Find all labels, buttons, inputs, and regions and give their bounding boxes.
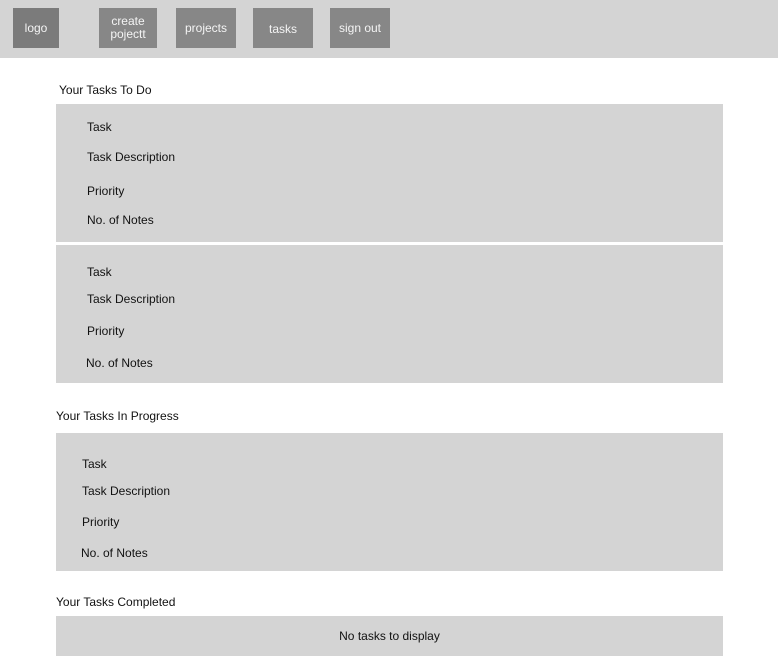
create-project-label: create pojectt	[110, 14, 146, 41]
top-navbar: logo create pojectt projects tasks sign …	[0, 0, 778, 58]
completed-empty-state: No tasks to display	[56, 616, 723, 656]
task-priority: Priority	[87, 324, 125, 338]
sign-out-label: sign out	[338, 21, 382, 35]
task-priority: Priority	[82, 515, 120, 529]
task-title: Task	[82, 457, 107, 471]
task-title: Task	[87, 120, 112, 134]
task-notes-count: No. of Notes	[86, 356, 153, 370]
tasks-button[interactable]: tasks	[253, 8, 313, 48]
task-notes-count: No. of Notes	[81, 546, 148, 560]
projects-label: projects	[184, 20, 228, 35]
todo-task-card[interactable]: Task Task Description Priority No. of No…	[56, 245, 723, 383]
projects-button[interactable]: projects	[176, 8, 236, 48]
task-description: Task Description	[82, 484, 171, 498]
sign-out-button[interactable]: sign out	[330, 8, 390, 48]
logo: logo	[13, 8, 59, 48]
empty-state-message: No tasks to display	[339, 629, 440, 643]
task-description: Task Description	[87, 292, 176, 306]
task-notes-count: No. of Notes	[87, 213, 154, 227]
task-priority: Priority	[87, 184, 125, 198]
todo-section-title: Your Tasks To Do	[59, 83, 152, 97]
in-progress-task-card[interactable]: Task Task Description Priority No. of No…	[56, 433, 723, 571]
todo-task-card[interactable]: Task Task Description Priority No. of No…	[56, 104, 723, 242]
task-title: Task	[87, 265, 112, 279]
in-progress-section-title: Your Tasks In Progress	[56, 409, 179, 423]
logo-label: logo	[24, 20, 48, 35]
create-project-button[interactable]: create pojectt	[99, 8, 157, 48]
tasks-label: tasks	[268, 21, 297, 36]
completed-section-title: Your Tasks Completed	[56, 595, 176, 609]
task-description: Task Description	[87, 150, 176, 164]
